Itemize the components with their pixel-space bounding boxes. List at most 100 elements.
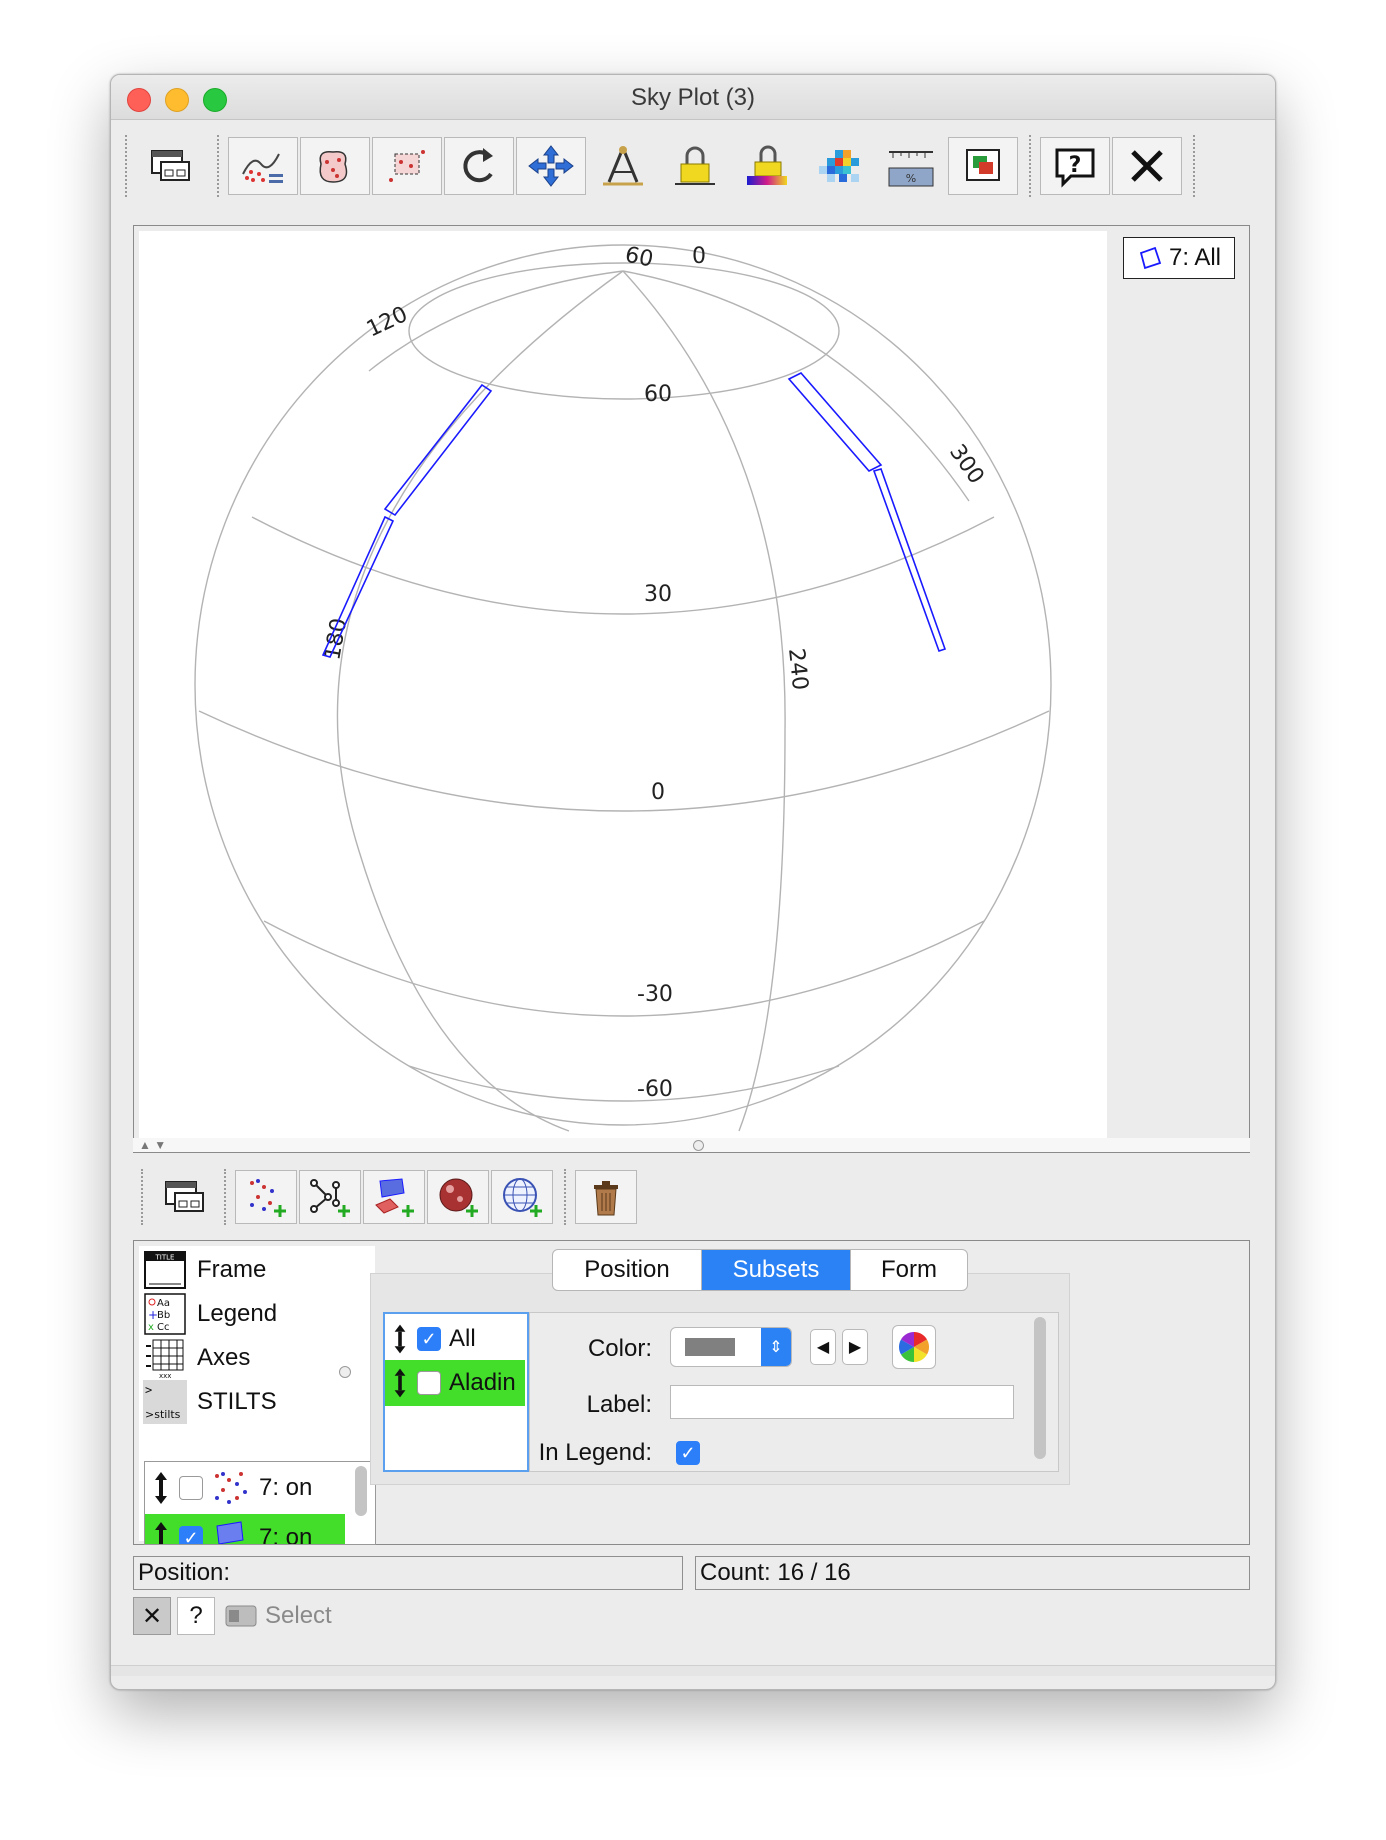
control-item-legend[interactable]: Aa + Bb x Cc Legend (143, 1292, 277, 1336)
svg-text:%: % (906, 172, 916, 185)
layer-row[interactable]: ✓ 7: on (145, 1514, 345, 1545)
add-position-layer-icon[interactable] (235, 1170, 297, 1224)
window-icon[interactable] (157, 1168, 213, 1226)
plot-panel: 60 30 0 -30 -60 60 0 120 300 180 240 (133, 225, 1250, 1153)
lon-line-180 (336, 270, 624, 1132)
svg-text:Bb: Bb (157, 1310, 170, 1321)
add-pair-layer-icon[interactable] (299, 1170, 361, 1224)
color-wheel-button[interactable] (892, 1325, 936, 1369)
tab-form[interactable]: Form (850, 1250, 967, 1290)
frame-icon: TITLE (144, 1251, 186, 1289)
layer-checkbox[interactable] (179, 1476, 203, 1500)
zoom-box-icon[interactable] (372, 137, 442, 195)
control-item-axes[interactable]: xxx Axes (143, 1336, 250, 1380)
tab-body: ✓ All Aladin Color: ⇕ ◀ ▶ Label: In Lege… (370, 1273, 1070, 1485)
legend-icon: Aa+Bbx Cc (144, 1293, 186, 1335)
chevron-updown-icon[interactable]: ⇕ (761, 1328, 791, 1366)
lat-line-0 (198, 710, 1050, 812)
density-icon[interactable] (804, 137, 874, 195)
tab-subsets[interactable]: Subsets (701, 1250, 850, 1290)
fit-plot-icon[interactable] (228, 137, 298, 195)
split-handle-icon[interactable] (339, 1366, 351, 1378)
select-button[interactable]: Select (225, 1599, 332, 1633)
tab-position[interactable]: Position (553, 1250, 701, 1290)
axis-gauge-icon[interactable] (588, 137, 658, 195)
form-scrollbar[interactable] (1034, 1317, 1046, 1459)
subset-range-icon[interactable]: % (876, 137, 946, 195)
subset-form: Color: ⇕ ◀ ▶ Label: In Legend: ✓ (529, 1312, 1059, 1472)
control-item-label: Axes (197, 1344, 251, 1371)
control-item-stilts[interactable]: > >stilts STILTS (143, 1380, 277, 1424)
tab-bar: Position Subsets Form (552, 1249, 968, 1291)
subset-row[interactable]: Aladin (385, 1360, 525, 1406)
layer-row[interactable]: 7: on (145, 1464, 345, 1512)
svg-text:Cc: Cc (157, 1322, 169, 1333)
window-title: Sky Plot (3) (630, 84, 756, 111)
label-field[interactable] (670, 1385, 1014, 1419)
subset-row[interactable]: ✓ All (385, 1316, 525, 1362)
drag-handle-icon[interactable] (391, 1365, 409, 1401)
subset-list: ✓ All Aladin (383, 1312, 529, 1472)
select-label: Select (265, 1602, 332, 1629)
svg-text:Aa: Aa (157, 1298, 170, 1309)
split-arrows-icon[interactable]: ▲ ▼ (139, 1138, 166, 1152)
split-pane-divider[interactable]: ▲ ▼ (133, 1138, 1250, 1152)
add-sky-grid-layer-icon[interactable] (491, 1170, 553, 1224)
aux-lock-icon[interactable] (660, 137, 730, 195)
control-item-frame[interactable]: TITLE Frame (143, 1248, 266, 1292)
lat-line-minus30 (263, 920, 985, 1017)
navigate-icon[interactable] (516, 137, 586, 195)
lon-label-0: 0 (692, 244, 706, 269)
add-hips-layer-icon[interactable] (427, 1170, 489, 1224)
svg-text:>stilts: >stilts (145, 1408, 181, 1421)
footprint-shape (383, 383, 493, 517)
layer-list: 7: on ✓ 7: on (144, 1461, 376, 1545)
drag-handle-icon[interactable] (391, 1321, 409, 1357)
color-select[interactable]: ⇕ (670, 1327, 792, 1367)
lon-label-120: 120 (363, 302, 412, 342)
color-next-button[interactable]: ▶ (842, 1329, 868, 1365)
color-prev-button[interactable]: ◀ (810, 1329, 836, 1365)
drag-handle-icon[interactable] (151, 1470, 171, 1506)
lat-label-60: 60 (644, 382, 672, 407)
legend-shape-icon (1139, 246, 1162, 270)
select-icon (225, 1605, 257, 1627)
split-handle-icon[interactable] (693, 1140, 704, 1151)
export-icon[interactable] (948, 137, 1018, 195)
in-legend-checkbox[interactable]: ✓ (676, 1441, 700, 1465)
label-label: Label: (586, 1391, 652, 1418)
drag-handle-icon[interactable] (151, 1520, 171, 1545)
subset-checkbox[interactable] (417, 1371, 441, 1395)
layer-label: 7: on (259, 1524, 313, 1545)
svg-text:TITLE: TITLE (155, 1254, 175, 1262)
help-button[interactable]: ? (177, 1597, 215, 1635)
close-icon[interactable]: ✕ (133, 1597, 171, 1635)
lon-label-60: 60 (623, 242, 656, 272)
control-panel: TITLE Frame Aa + Bb x Cc Legend xxx Axes > >s… (133, 1240, 1250, 1545)
lon-label-300: 300 (944, 440, 989, 489)
position-status: Position: (133, 1556, 683, 1590)
area-layer-icon (216, 1521, 244, 1544)
control-item-label: STILTS (197, 1388, 277, 1415)
lat-label-minus60: -60 (637, 1077, 673, 1102)
reorient-icon[interactable] (444, 137, 514, 195)
add-area-layer-icon[interactable] (363, 1170, 425, 1224)
delete-layer-icon[interactable] (575, 1170, 637, 1224)
stilts-icon: > >stilts (143, 1380, 187, 1424)
help-icon[interactable]: ? (1040, 137, 1110, 195)
layer-list-scrollbar[interactable] (355, 1466, 367, 1516)
window-icon[interactable] (136, 137, 206, 195)
color-wheel-icon (898, 1332, 930, 1362)
close-icon[interactable] (1112, 137, 1182, 195)
lat-label-30: 30 (644, 582, 672, 607)
title-bar: Sky Plot (3) (111, 75, 1275, 120)
layer-checkbox[interactable]: ✓ (179, 1526, 203, 1544)
lat-label-0: 0 (651, 780, 665, 805)
subset-checkbox[interactable]: ✓ (417, 1327, 441, 1351)
sky-plot-canvas[interactable]: 60 30 0 -30 -60 60 0 120 300 180 240 (139, 231, 1107, 1139)
subset-label: All (449, 1325, 476, 1352)
svg-text:x: x (148, 1322, 154, 1333)
blob-select-icon[interactable] (300, 137, 370, 195)
aux-lock-color-icon[interactable] (732, 137, 802, 195)
control-item-label: Legend (197, 1300, 278, 1327)
